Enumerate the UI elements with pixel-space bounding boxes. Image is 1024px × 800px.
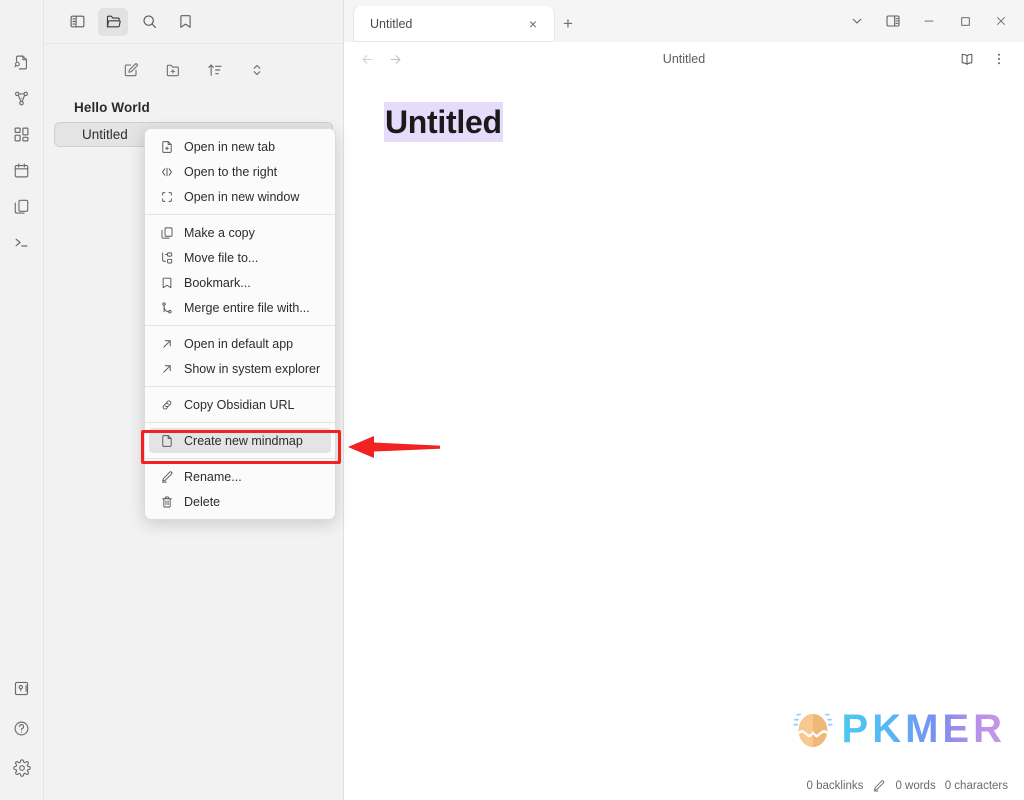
bookmark-icon xyxy=(159,275,174,290)
menu-item-label: Bookmark... xyxy=(184,275,251,290)
file-icon xyxy=(159,433,174,448)
status-characters[interactable]: 0 characters xyxy=(945,780,1008,792)
menu-item-bookmark[interactable]: Bookmark... xyxy=(149,270,331,295)
vault-icon[interactable] xyxy=(8,674,36,702)
new-note-icon[interactable] xyxy=(119,58,143,82)
sort-order-icon[interactable] xyxy=(203,58,227,82)
link-icon xyxy=(159,397,174,412)
external-link-icon xyxy=(159,361,174,376)
menu-item-label: Delete xyxy=(184,494,221,509)
file-plus-icon xyxy=(159,139,174,154)
split-right-icon xyxy=(159,164,174,179)
pencil-icon xyxy=(159,469,174,484)
menu-separator xyxy=(145,422,335,423)
menu-item-label: Copy Obsidian URL xyxy=(184,397,295,412)
graph-view-icon[interactable] xyxy=(8,84,36,112)
menu-item-open-in-new-tab[interactable]: Open in new tab xyxy=(149,134,331,159)
templates-icon[interactable] xyxy=(8,192,36,220)
settings-gear-icon[interactable] xyxy=(8,754,36,782)
menu-item-rename[interactable]: Rename... xyxy=(149,464,331,489)
copy-icon xyxy=(159,225,174,240)
tab-untitled[interactable]: Untitled × xyxy=(354,6,554,42)
new-folder-icon[interactable] xyxy=(161,58,185,82)
minimize-icon[interactable] xyxy=(912,4,946,38)
nav-buttons xyxy=(358,50,404,68)
menu-item-label: Open in new tab xyxy=(184,139,276,154)
obsidian-window: Hello World Untitled Untitled × + Untitl… xyxy=(0,0,1024,800)
status-backlinks[interactable]: 0 backlinks xyxy=(807,780,864,792)
pencil-icon xyxy=(872,779,886,793)
view-header-actions xyxy=(956,48,1010,70)
close-window-icon[interactable] xyxy=(984,4,1018,38)
canvas-icon[interactable] xyxy=(8,120,36,148)
menu-item-move-file-to[interactable]: Move file to... xyxy=(149,245,331,270)
tab-bar: Untitled × + xyxy=(344,0,1024,42)
sidebar-tab-bookmarks[interactable] xyxy=(170,8,200,36)
more-options-icon[interactable] xyxy=(988,48,1010,70)
reading-view-icon[interactable] xyxy=(956,48,978,70)
maximize-icon[interactable] xyxy=(948,4,982,38)
menu-item-label: Rename... xyxy=(184,469,242,484)
menu-item-open-in-default-app[interactable]: Open in default app xyxy=(149,331,331,356)
ribbon-item-list xyxy=(8,44,36,256)
toggle-left-sidebar-icon[interactable] xyxy=(62,8,92,36)
menu-item-copy-obsidian-url[interactable]: Copy Obsidian URL xyxy=(149,392,331,417)
new-window-icon xyxy=(159,189,174,204)
tab-list-chevron-icon[interactable] xyxy=(840,4,874,38)
back-arrow-icon[interactable] xyxy=(358,50,376,68)
ribbon-bottom-list xyxy=(8,674,36,800)
terminal-icon[interactable] xyxy=(8,228,36,256)
menu-item-open-to-the-right[interactable]: Open to the right xyxy=(149,159,331,184)
close-icon[interactable]: × xyxy=(524,15,542,33)
toggle-right-sidebar-icon[interactable] xyxy=(876,4,910,38)
menu-item-delete[interactable]: Delete xyxy=(149,489,331,514)
explorer-toolbar xyxy=(44,52,343,88)
file-context-menu: Open in new tab Open to the right Open i… xyxy=(144,128,336,520)
main-area: Untitled × + Untitled Untitled PKMER 0 b… xyxy=(344,0,1024,800)
daily-note-icon[interactable] xyxy=(8,156,36,184)
menu-item-label: Open in new window xyxy=(184,189,300,204)
external-link-icon xyxy=(159,336,174,351)
sidebar-tab-strip xyxy=(44,0,343,44)
quick-switcher-icon[interactable] xyxy=(8,48,36,76)
menu-item-label: Open in default app xyxy=(184,336,294,351)
menu-item-create-new-mindmap[interactable]: Create new mindmap xyxy=(149,428,331,453)
menu-item-label: Merge entire file with... xyxy=(184,300,310,315)
new-tab-icon[interactable]: + xyxy=(554,6,582,42)
document-title[interactable]: Untitled xyxy=(384,102,503,142)
sidebar-tab-search[interactable] xyxy=(134,8,164,36)
help-icon[interactable] xyxy=(8,714,36,742)
editor-content[interactable]: Untitled xyxy=(344,76,1024,800)
menu-item-merge-entire-file-with[interactable]: Merge entire file with... xyxy=(149,295,331,320)
menu-separator xyxy=(145,458,335,459)
folder-item-hello-world[interactable]: Hello World xyxy=(54,96,333,119)
menu-item-label: Show in system explorer xyxy=(184,361,321,376)
move-file-icon xyxy=(159,250,174,265)
menu-item-label: Make a copy xyxy=(184,225,255,240)
view-header: Untitled xyxy=(344,42,1024,76)
menu-separator xyxy=(145,214,335,215)
menu-item-label: Open to the right xyxy=(184,164,278,179)
forward-arrow-icon[interactable] xyxy=(386,50,404,68)
menu-item-label: Move file to... xyxy=(184,250,259,265)
menu-item-make-a-copy[interactable]: Make a copy xyxy=(149,220,331,245)
merge-icon xyxy=(159,300,174,315)
status-words[interactable]: 0 words xyxy=(895,780,935,792)
sidebar-tab-files[interactable] xyxy=(98,7,128,36)
menu-separator xyxy=(145,386,335,387)
collapse-expand-icon[interactable] xyxy=(245,58,269,82)
menu-item-label: Create new mindmap xyxy=(184,433,303,448)
left-ribbon xyxy=(0,0,44,800)
status-bar: 0 backlinks 0 words 0 characters xyxy=(800,776,1014,796)
menu-item-show-in-system-explorer[interactable]: Show in system explorer xyxy=(149,356,331,381)
view-header-title: Untitled xyxy=(662,52,706,66)
tab-label: Untitled xyxy=(370,17,413,31)
trash-icon xyxy=(159,494,174,509)
menu-item-open-in-new-window[interactable]: Open in new window xyxy=(149,184,331,209)
window-controls xyxy=(840,0,1024,42)
menu-separator xyxy=(145,325,335,326)
